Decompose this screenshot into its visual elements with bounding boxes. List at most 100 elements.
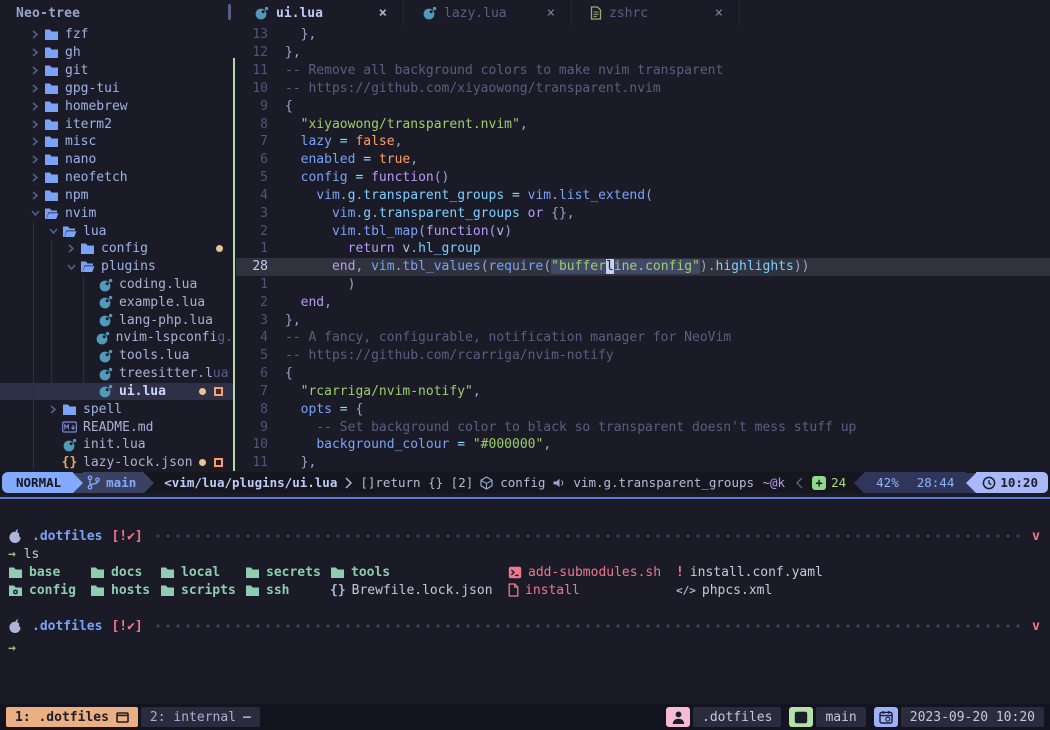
- chevron-right-icon[interactable]: [46, 404, 60, 415]
- editor-line[interactable]: 3},: [236, 311, 1050, 329]
- tree-item-lazy-lock.json[interactable]: {}lazy-lock.json: [0, 454, 233, 472]
- tab-lazy.lua[interactable]: lazy.lua×: [404, 0, 572, 26]
- tmux-window-1-dotfiles[interactable]: 1: .dotfiles: [6, 707, 138, 727]
- editor-line[interactable]: 12},: [236, 44, 1050, 62]
- chevron-down-icon[interactable]: [46, 227, 60, 235]
- neotree-scrollbar[interactable]: [228, 4, 231, 20]
- git-branch-segment: main: [83, 472, 144, 493]
- editor-line[interactable]: 6 enabled = true,: [236, 151, 1050, 169]
- line-number: 11: [236, 63, 268, 78]
- tmux-branch-group: main: [789, 707, 865, 727]
- editor-line[interactable]: 11 },: [236, 454, 1050, 472]
- chevron-down-icon[interactable]: [64, 263, 78, 271]
- editor-line-current[interactable]: 28 end, vim.tbl_values(require("bufferli…: [236, 258, 1050, 276]
- close-icon[interactable]: ×: [715, 5, 723, 21]
- chevron-right-icon[interactable]: [28, 29, 42, 40]
- tree-item-neofetch[interactable]: neofetch: [0, 169, 233, 187]
- editor-line[interactable]: 11-- Remove all background colors to mak…: [236, 62, 1050, 80]
- tree-item-plugins[interactable]: plugins: [0, 258, 233, 276]
- ls-entry-hosts: hosts: [90, 581, 160, 599]
- chevron-right-icon[interactable]: [28, 172, 42, 183]
- chevron-right-icon[interactable]: [28, 101, 42, 112]
- tree-item-npm[interactable]: npm: [0, 186, 233, 204]
- editor-line[interactable]: 4 vim.g.transparent_groups = vim.list_ex…: [236, 186, 1050, 204]
- chevron-right-icon[interactable]: [64, 243, 78, 254]
- tree-item-nvim[interactable]: nvim: [0, 204, 233, 222]
- tree-item-ui.lua[interactable]: ui.lua: [0, 383, 233, 401]
- tree-item-iterm2[interactable]: iterm2: [0, 115, 233, 133]
- code-text: -- https://github.com/rcarriga/nvim-noti…: [268, 348, 614, 363]
- prompt-dotted-filler: [153, 624, 1022, 628]
- close-icon[interactable]: ×: [547, 5, 555, 21]
- chevron-right-icon[interactable]: [28, 119, 42, 130]
- editor-line[interactable]: 3 vim.g.transparent_groups or {},: [236, 204, 1050, 222]
- chevron-right-icon[interactable]: [28, 47, 42, 58]
- chevron-right-icon[interactable]: [28, 65, 42, 76]
- tree-indent-guide: [33, 222, 34, 470]
- shell-prompt-line: .dotfiles[!✔]v: [8, 527, 1040, 545]
- editor-line[interactable]: 4-- A fancy, configurable, notification …: [236, 329, 1050, 347]
- chevron-down-icon[interactable]: [28, 209, 42, 217]
- powerline-separator: [854, 473, 864, 493]
- shell-input-line[interactable]: →: [8, 639, 1040, 657]
- tree-item-git[interactable]: git: [0, 62, 233, 80]
- editor-line[interactable]: 6{: [236, 365, 1050, 383]
- tree-item-gh[interactable]: gh: [0, 44, 233, 62]
- editor-line[interactable]: 7 lazy = false,: [236, 133, 1050, 151]
- tree-item-gpg-tui[interactable]: gpg-tui: [0, 79, 233, 97]
- editor-line[interactable]: 5 config = function(): [236, 169, 1050, 187]
- tree-item-lua[interactable]: lua: [0, 222, 233, 240]
- chevron-right-icon[interactable]: [28, 136, 42, 147]
- tree-item-misc[interactable]: misc: [0, 133, 233, 151]
- tree-item-label: spell: [83, 402, 122, 417]
- git-branch-name: main: [106, 475, 136, 490]
- neotree-panel[interactable]: fzfghgitgpg-tuihomebrewiterm2miscnanoneo…: [0, 26, 233, 472]
- tree-item-README.md[interactable]: README.md: [0, 418, 233, 436]
- tree-item-example.lua[interactable]: example.lua: [0, 293, 233, 311]
- tree-item-coding.lua[interactable]: coding.lua: [0, 276, 233, 294]
- tree-item-treesitter.l[interactable]: treesitter.lua: [0, 365, 233, 383]
- shell-command-line[interactable]: → ls: [8, 545, 1040, 563]
- editor-line[interactable]: 2 end,: [236, 293, 1050, 311]
- window-separator[interactable]: [233, 58, 235, 471]
- editor-line[interactable]: 1 return v.hl_group: [236, 240, 1050, 258]
- tree-item-init.lua[interactable]: init.lua: [0, 436, 233, 454]
- code-text: end, vim.tbl_values(require("bufferline.…: [268, 259, 809, 274]
- shell-pane[interactable]: .dotfiles[!✔]v→ lsbasedocslocalsecretsto…: [0, 499, 1050, 704]
- editor-line[interactable]: 2 vim.tbl_map(function(v): [236, 222, 1050, 240]
- prompt-dotted-filler: [153, 534, 1022, 538]
- last-window-flag: —: [243, 710, 251, 725]
- breadcrumb-config: config: [500, 475, 545, 490]
- editor-line[interactable]: 9 -- Set background color to black so tr…: [236, 418, 1050, 436]
- chevron-right-icon[interactable]: [28, 83, 42, 94]
- tree-item-lang-php.lua[interactable]: lang-php.lua: [0, 311, 233, 329]
- tab-zshrc[interactable]: zshrc×: [572, 0, 740, 26]
- tree-item-homebrew[interactable]: homebrew: [0, 97, 233, 115]
- code-text: vim.tbl_map(function(v): [268, 224, 512, 239]
- editor-line[interactable]: 8 opts = {: [236, 400, 1050, 418]
- tmux-status-bar: 1: .dotfiles2: internal— .dotfiles main …: [0, 704, 1050, 730]
- close-icon[interactable]: ×: [379, 5, 387, 21]
- editor-line[interactable]: 7 "rcarriga/nvim-notify",: [236, 383, 1050, 401]
- ls-entry-docs: docs: [90, 563, 160, 581]
- tree-item-spell[interactable]: spell: [0, 400, 233, 418]
- chevron-right-icon[interactable]: [28, 154, 42, 165]
- tree-item-nvim-lspconfi[interactable]: nvim-lspconfig.: [0, 329, 233, 347]
- line-number: 1: [236, 241, 268, 256]
- editor-line[interactable]: 10 background_colour = "#000000",: [236, 436, 1050, 454]
- editor-line[interactable]: 5-- https://github.com/rcarriga/nvim-not…: [236, 347, 1050, 365]
- editor-pane[interactable]: 13 },12},11-- Remove all background colo…: [236, 26, 1050, 472]
- ls-entry-install: install: [508, 581, 676, 599]
- tree-item-tools.lua[interactable]: tools.lua: [0, 347, 233, 365]
- editor-line[interactable]: 1 ): [236, 276, 1050, 294]
- tree-item-nano[interactable]: nano: [0, 151, 233, 169]
- editor-line[interactable]: 8 "xiyaowong/transparent.nvim",: [236, 115, 1050, 133]
- editor-line[interactable]: 13 },: [236, 26, 1050, 44]
- tree-item-fzf[interactable]: fzf: [0, 26, 233, 44]
- editor-line[interactable]: 10-- https://github.com/xiyaowong/transp…: [236, 79, 1050, 97]
- tree-item-config[interactable]: config: [0, 240, 233, 258]
- chevron-right-icon[interactable]: [28, 190, 42, 201]
- tmux-window-2-internal[interactable]: 2: internal—: [141, 707, 260, 727]
- tab-ui.lua[interactable]: ui.lua×: [236, 0, 404, 26]
- editor-line[interactable]: 9{: [236, 97, 1050, 115]
